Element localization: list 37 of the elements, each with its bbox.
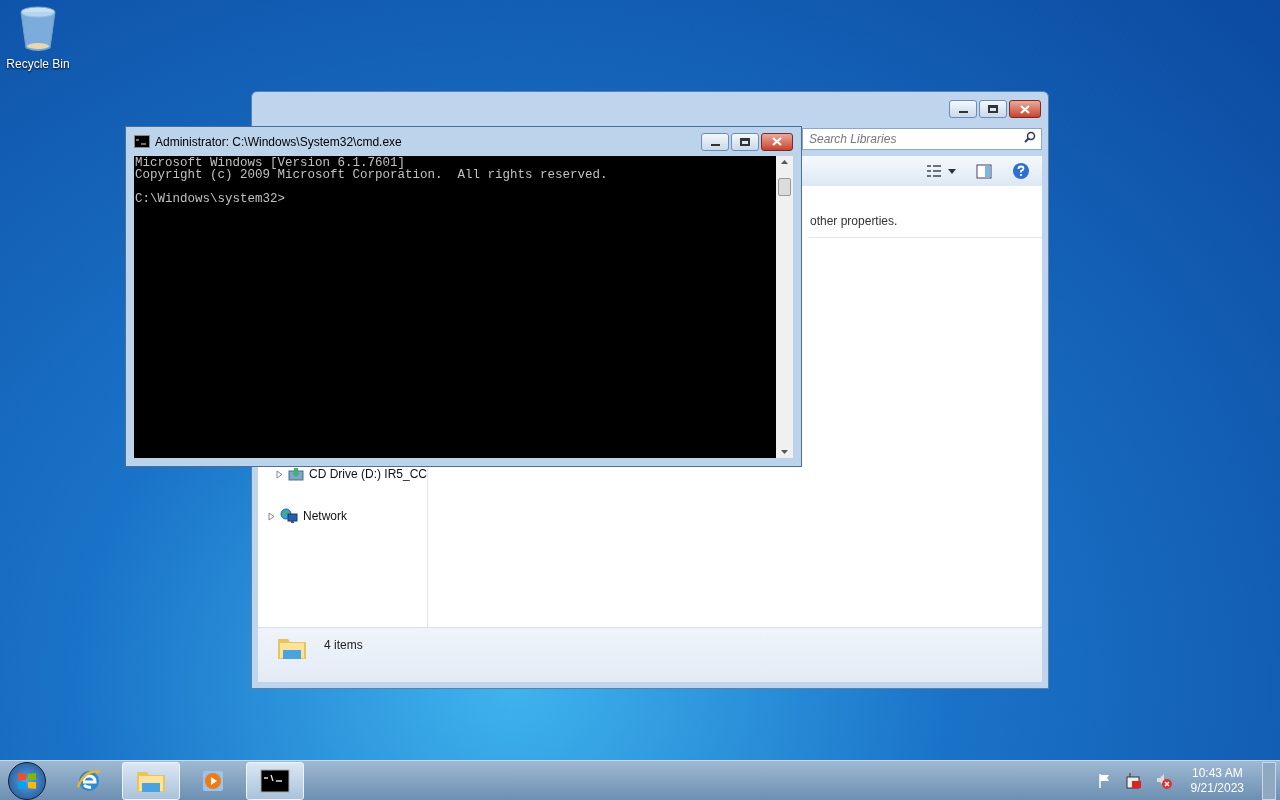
minimize-button[interactable] [949, 100, 977, 118]
network-icon [280, 508, 298, 524]
desktop-icon-label[interactable]: Recycle Bin [6, 55, 70, 73]
view-options-icon[interactable] [926, 164, 942, 178]
dropdown-caret-icon[interactable] [948, 168, 956, 174]
close-button[interactable] [1009, 100, 1041, 118]
close-button[interactable] [761, 132, 793, 151]
console-line: Copyright (c) 2009 Microsoft Corporation. All rights reserved. [135, 169, 608, 181]
close-icon [1020, 104, 1030, 114]
start-button[interactable] [8, 761, 46, 800]
scrollbar[interactable] [776, 156, 793, 458]
expand-arrow-icon[interactable] [268, 511, 275, 521]
windows-logo-icon [17, 770, 37, 791]
maximize-button[interactable] [979, 100, 1007, 118]
search-field[interactable]: Search Libraries [802, 128, 1042, 150]
command-prompt-icon [134, 135, 150, 148]
console-prompt: C:\Windows\system32> [135, 193, 286, 205]
minimize-button[interactable] [701, 132, 729, 151]
expand-arrow-icon[interactable] [276, 469, 283, 479]
navigation-item[interactable]: Network [258, 505, 351, 527]
item-count: 4 items [324, 637, 363, 654]
navigation-item[interactable]: CD Drive (D:) IR5_CC [258, 463, 431, 485]
maximize-button[interactable] [731, 132, 759, 151]
library-hint-text: other properties. [808, 212, 1042, 238]
scroll-up-icon[interactable] [781, 160, 788, 164]
recycle-bin-icon[interactable] [19, 6, 57, 52]
preview-pane-icon[interactable] [976, 163, 992, 179]
scrollbar-thumb[interactable] [778, 178, 791, 196]
window-title: Administrator: C:\Windows\System32\cmd.exe [155, 133, 402, 151]
network-error-icon[interactable] [1124, 771, 1143, 790]
close-icon [772, 137, 782, 146]
command-prompt-icon [260, 768, 290, 793]
taskbar-button[interactable] [246, 761, 304, 800]
scroll-down-icon[interactable] [781, 450, 788, 454]
console-line: Microsoft Windows [Version 6.1.7601] [135, 157, 406, 169]
help-icon[interactable] [1012, 162, 1030, 180]
search-icon[interactable] [1024, 131, 1036, 143]
